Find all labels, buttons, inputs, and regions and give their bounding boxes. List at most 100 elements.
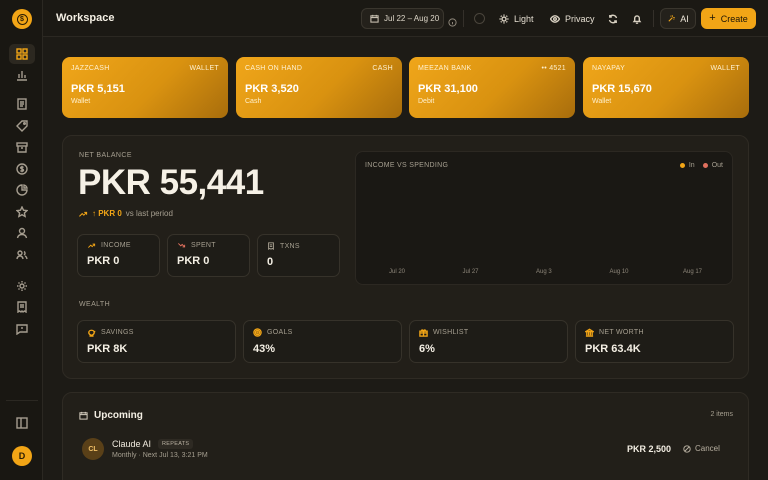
gift-icon — [419, 329, 428, 337]
wallet-type: Cash — [245, 98, 262, 105]
theme-label: Light — [514, 13, 534, 24]
top-bar: Workspace Jul 22 – Aug 20 Light Privacy … — [43, 0, 768, 37]
dollar-icon[interactable] — [9, 159, 35, 179]
cancel-button[interactable]: Cancel — [683, 444, 720, 453]
upcoming-title: Upcoming — [79, 410, 143, 421]
wealth-card-net-worth[interactable]: NET WORTH PKR 63.4K — [575, 320, 734, 363]
wallet-amount: PKR 3,520 — [245, 83, 299, 95]
transactions-stat: TXNS 0 — [257, 234, 340, 277]
wallet-card-nayapay[interactable]: NAYAPAY WALLET PKR 15,670 Wallet — [583, 57, 749, 118]
net-balance-change: ↑ PKR 0 vs last period — [78, 209, 173, 218]
wealth-label-text: SAVINGS — [101, 329, 134, 336]
status-circle-icon[interactable] — [474, 13, 485, 24]
create-button[interactable]: + Create — [701, 8, 756, 29]
ai-button[interactable]: AI — [660, 8, 696, 29]
upcoming-item[interactable]: CL Claude AI REPEATS Monthly · Next Jul … — [82, 438, 732, 462]
star-icon[interactable] — [9, 202, 35, 222]
calendar-clock-icon — [79, 411, 88, 420]
message-icon[interactable] — [9, 319, 35, 339]
wallet-card-meezan-bank[interactable]: MEEZAN BANK •• 4521 PKR 31,100 Debit — [409, 57, 575, 118]
notifications-button[interactable] — [632, 8, 642, 29]
wallet-kind: WALLET — [189, 65, 219, 72]
item-avatar: CL — [82, 438, 104, 460]
trend-up-icon — [79, 211, 88, 217]
cancel-label: Cancel — [695, 444, 720, 453]
piggy-bank-icon — [88, 329, 96, 337]
collapse-sidebar-icon[interactable] — [9, 413, 35, 433]
bank-icon — [585, 328, 594, 337]
sidebar: $ D — [0, 0, 43, 480]
trend-up-icon — [88, 243, 96, 248]
wallet-card-cash-on-hand[interactable]: CASH ON HAND CASH PKR 3,520 Cash — [236, 57, 402, 118]
stat-label: TXNS — [280, 242, 300, 250]
refresh-icon — [608, 14, 618, 23]
tag-icon[interactable] — [9, 116, 35, 136]
receipt-icon — [268, 242, 274, 250]
dashboard-icon[interactable] — [9, 44, 35, 64]
x-tick-label: Jul 27 — [462, 269, 479, 275]
chart-icon[interactable] — [9, 65, 35, 85]
change-value: ↑ PKR 0 — [92, 209, 122, 218]
wealth-card-wishlist[interactable]: WISHLIST 6% — [409, 320, 568, 363]
eye-icon — [550, 14, 560, 23]
privacy-toggle-button[interactable]: Privacy — [550, 8, 595, 29]
privacy-label: Privacy — [565, 13, 595, 24]
wealth-value: PKR 63.4K — [585, 343, 641, 355]
wealth-card-savings[interactable]: SAVINGS PKR 8K — [77, 320, 236, 363]
wallet-name: CASH ON HAND — [245, 65, 303, 72]
sidebar-divider — [6, 400, 38, 401]
calendar-icon — [370, 14, 379, 23]
wealth-value: 6% — [419, 343, 435, 355]
item-schedule: Monthly · Next Jul 13, 3:21 PM — [112, 452, 208, 459]
net-balance-label: NET BALANCE — [79, 152, 132, 159]
refresh-button[interactable] — [608, 8, 618, 29]
upcoming-count: 2 items — [710, 411, 733, 418]
wealth-label-text: NET WORTH — [599, 329, 644, 336]
archive-icon[interactable] — [9, 137, 35, 157]
bell-icon — [632, 14, 642, 24]
repeats-badge: REPEATS — [158, 439, 194, 449]
trend-down-icon — [178, 243, 186, 248]
overview-panel: NET BALANCE PKR 55,441 ↑ PKR 0 vs last p… — [62, 135, 749, 379]
wallet-type: Debit — [418, 98, 435, 105]
wealth-label: WEALTH — [79, 301, 111, 308]
user-icon[interactable] — [9, 223, 35, 243]
pie-icon[interactable] — [9, 180, 35, 200]
settings-icon[interactable] — [9, 276, 35, 296]
upcoming-panel: Upcoming 2 items CL Claude AI REPEATS Mo… — [62, 392, 749, 480]
receipt-icon[interactable] — [9, 297, 35, 317]
plus-icon: + — [709, 12, 716, 24]
stat-value: PKR 0 — [177, 255, 210, 267]
user-avatar[interactable]: D — [12, 446, 32, 466]
item-amount: PKR 2,500 — [627, 444, 672, 454]
wallet-name: MEEZAN BANK — [418, 65, 472, 72]
create-label: Create — [720, 13, 748, 24]
wallet-card-jazzcash[interactable]: JAZZCASH WALLET PKR 5,151 Wallet — [62, 57, 228, 118]
app-logo[interactable]: $ — [12, 9, 32, 29]
theme-toggle-button[interactable]: Light — [499, 8, 534, 29]
wallet-type: Wallet — [592, 98, 612, 105]
income-vs-spending-chart: INCOME VS SPENDING In Out Jul 20 Jul 27 Au… — [355, 151, 733, 285]
cancel-icon — [683, 444, 691, 453]
stat-value: 0 — [267, 256, 274, 268]
wallet-kind: CASH — [372, 65, 393, 72]
wealth-value: 43% — [253, 343, 276, 355]
header-divider — [463, 10, 464, 27]
info-icon[interactable] — [448, 14, 457, 32]
sun-icon — [499, 14, 509, 23]
document-icon[interactable] — [9, 94, 35, 114]
upcoming-title-text: Upcoming — [94, 410, 143, 421]
users-icon[interactable] — [9, 245, 35, 265]
ai-label: AI — [680, 13, 689, 24]
wallet-type: Wallet — [71, 98, 91, 105]
sparkle-icon — [668, 15, 675, 22]
x-tick-label: Aug 3 — [536, 269, 552, 275]
target-icon — [253, 328, 262, 337]
spent-stat: SPENT PKR 0 — [167, 234, 250, 277]
wealth-card-goals[interactable]: GOALS 43% — [243, 320, 402, 363]
net-balance-amount: PKR 55,441 — [78, 163, 264, 202]
change-suffix: vs last period — [125, 209, 173, 218]
date-range-picker[interactable]: Jul 22 – Aug 20 — [361, 8, 444, 29]
wallet-kind: •• 4521 — [541, 65, 566, 72]
item-name: Claude AI — [112, 439, 152, 449]
